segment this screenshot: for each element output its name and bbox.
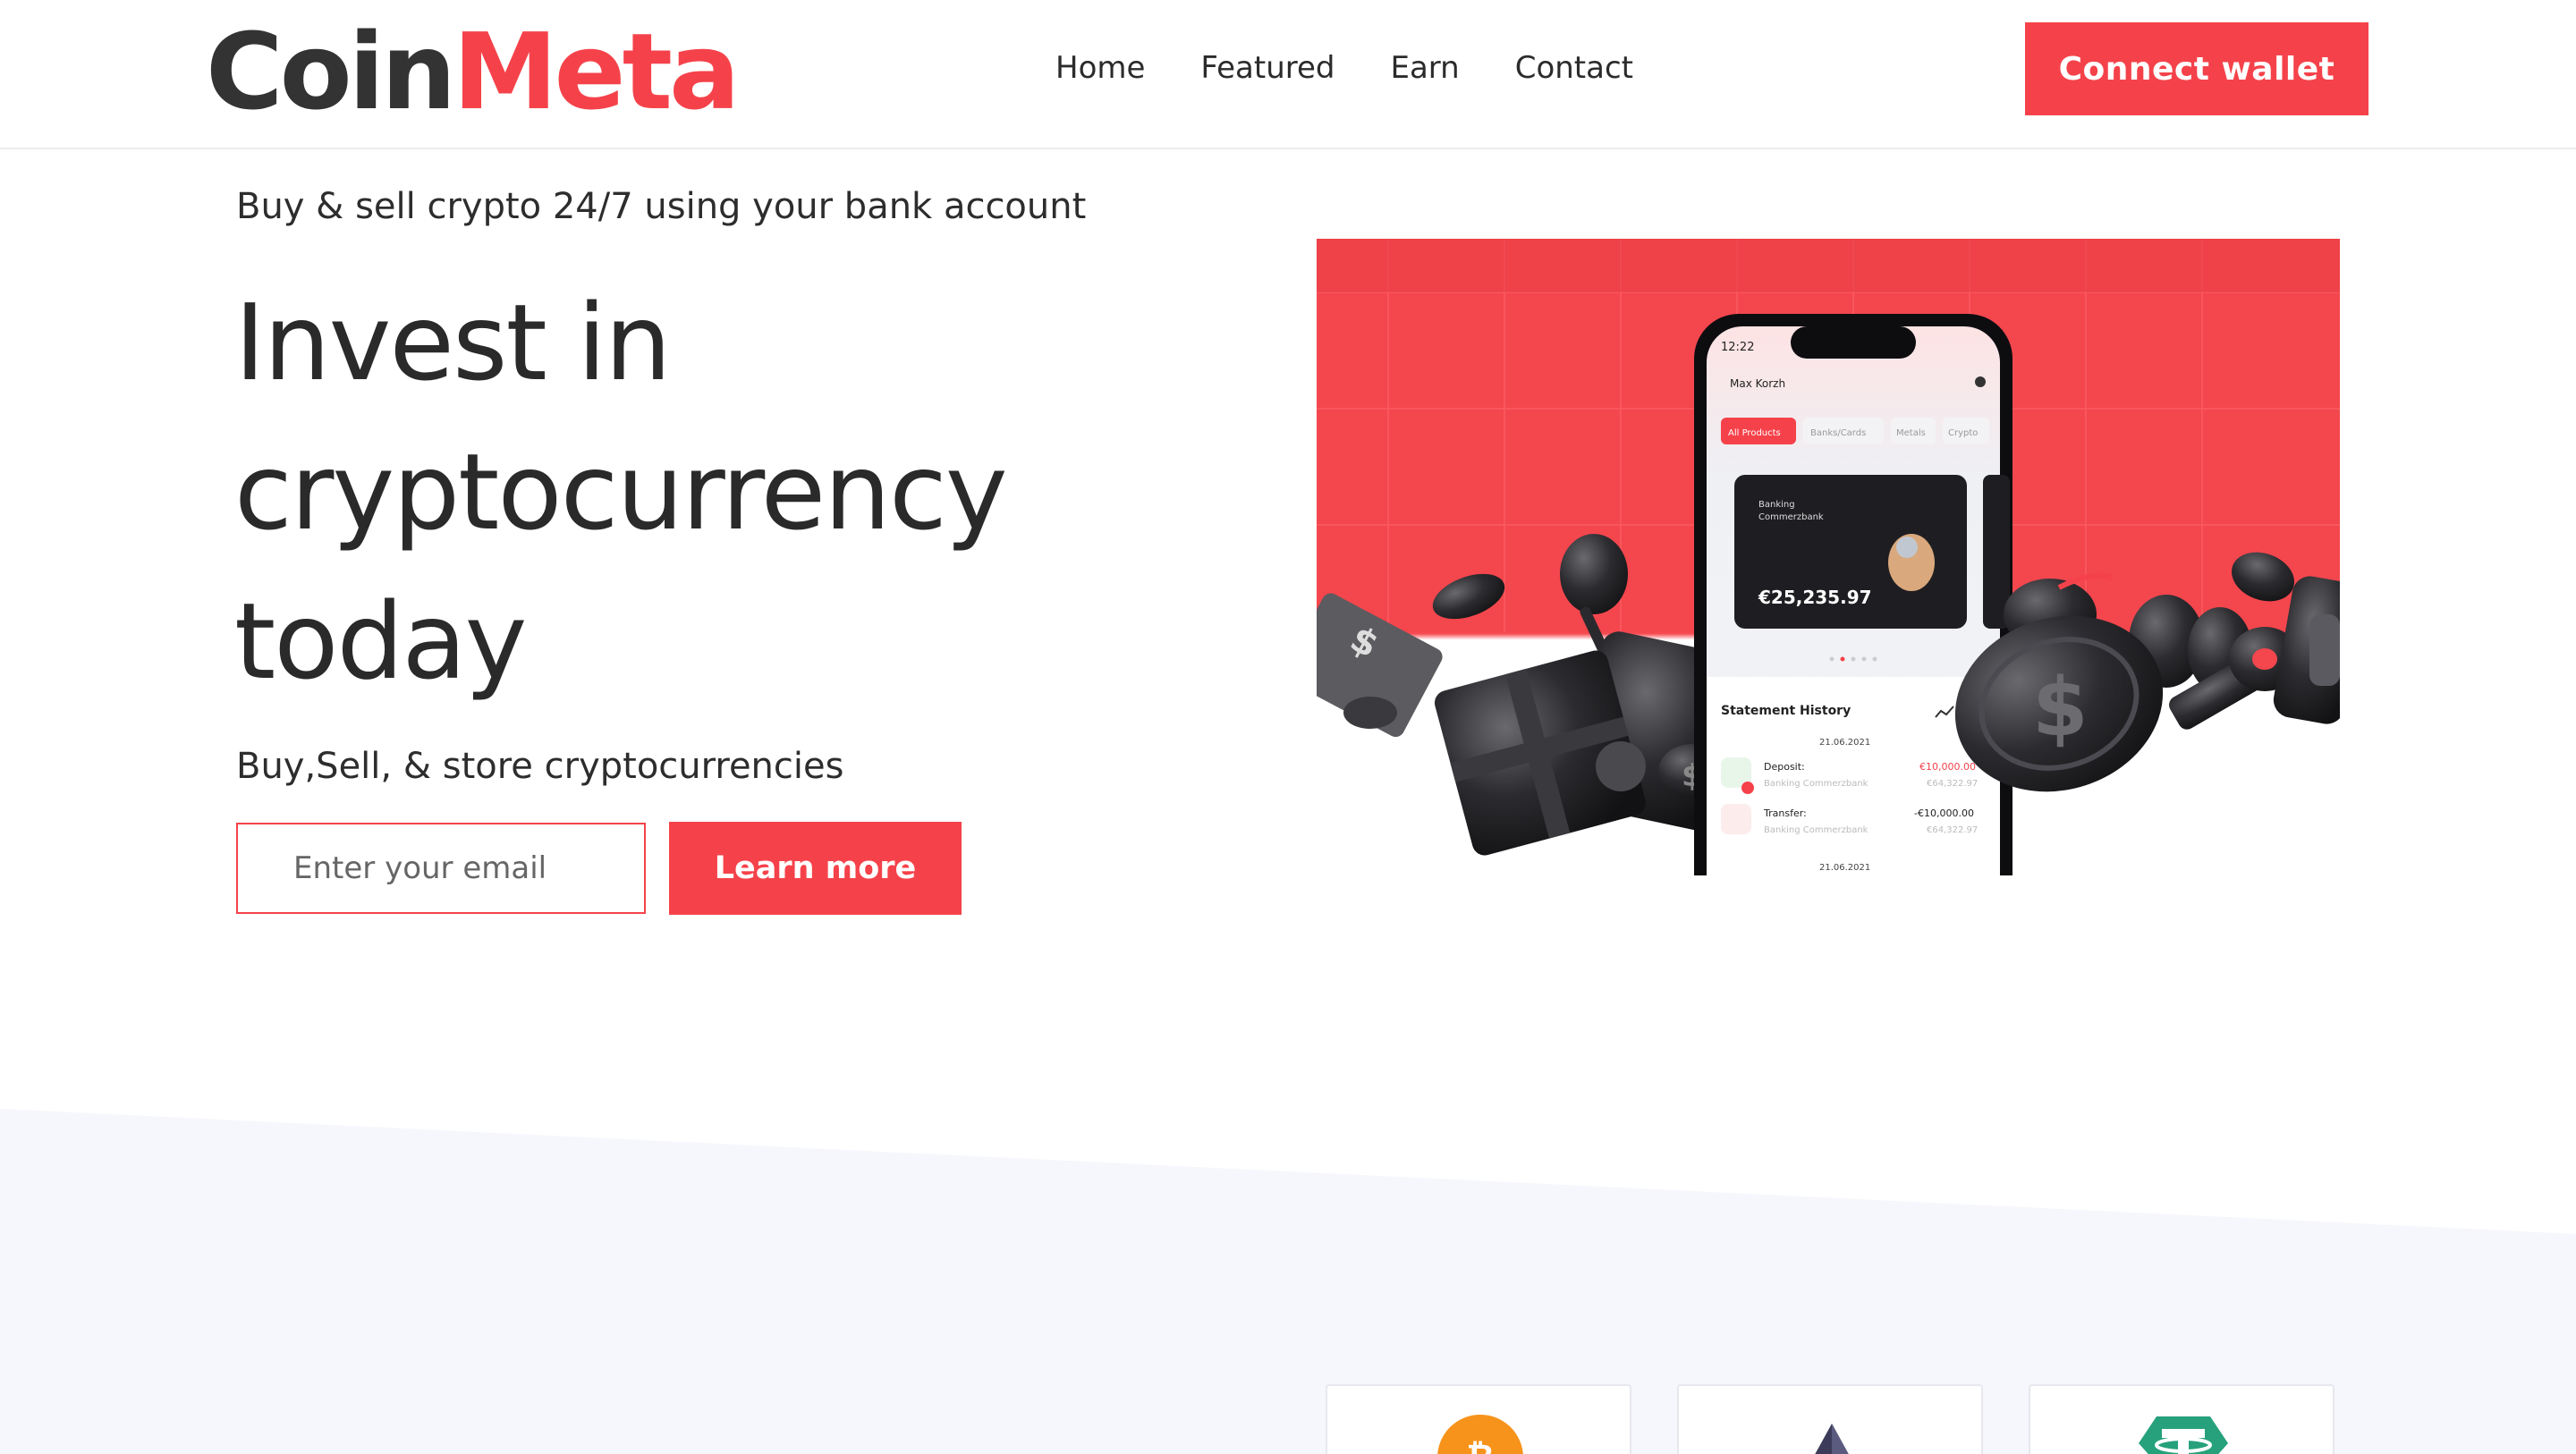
bitcoin-icon: ₿ (1436, 1413, 1525, 1454)
coin-card-ethereum[interactable] (1677, 1384, 1983, 1454)
hero-title-line-3: today (234, 579, 528, 703)
phone-tx-2-sub: Banking Commerzbank (1764, 825, 1868, 835)
phone-tx-1-amount: €10,000.00 (1919, 761, 1976, 773)
email-input[interactable] (236, 823, 646, 914)
hero-title-line-1: Invest in (234, 281, 672, 404)
phone-mockup: 12:22 Max Korzh All Products Banks/Cards… (1694, 314, 2012, 875)
phone-card-label-2: Commerzbank (1758, 512, 1824, 522)
phone-tab-all-products: All Products (1728, 428, 1781, 438)
nav-earn-link[interactable]: Earn (1390, 43, 1459, 93)
hero-title-line-2: cryptocurrency (234, 430, 1008, 554)
phone-tx-2-label: Transfer: (1763, 807, 1807, 819)
coinmeta-logo[interactable]: CoinMeta (206, 10, 741, 133)
main-nav: Home Featured Earn Contact (1055, 43, 1689, 93)
nav-featured-link[interactable]: Featured (1200, 43, 1335, 93)
tether-icon (2139, 1413, 2228, 1454)
phone-tab-banks: Banks/Cards (1810, 428, 1866, 438)
hero-title: Invest in cryptocurrency today (234, 268, 1218, 716)
phone-card-balance: €25,235.97 (1758, 587, 1872, 608)
hero-illustration: $ $ 12:22 Max Korzh All Products Banks/C… (1317, 239, 2340, 875)
phone-history-title: Statement History (1721, 704, 1851, 718)
phone-date-2: 21.06.2021 (1819, 863, 1870, 873)
coin-card-bitcoin[interactable]: ₿ (1326, 1384, 1631, 1454)
phone-time: 12:22 (1721, 341, 1754, 354)
site-header: CoinMeta Home Featured Earn Contact Conn… (0, 0, 2576, 149)
phone-card-label-1: Banking (1758, 500, 1795, 510)
hero-subtitle: Buy,Sell, & store cryptocurrencies (236, 746, 844, 787)
hero-tagline: Buy & sell crypto 24/7 using your bank a… (236, 186, 1087, 227)
phone-tx-1-balance: €64,322.97 (1927, 779, 1978, 789)
connect-wallet-button[interactable]: Connect wallet (2025, 22, 2368, 115)
coin-card-tether[interactable] (2029, 1384, 2334, 1454)
phone-tx-1-sub: Banking Commerzbank (1764, 779, 1868, 789)
nav-contact-link[interactable]: Contact (1515, 43, 1633, 93)
phone-tx-2-balance: €64,322.97 (1927, 825, 1978, 835)
phone-username: Max Korzh (1730, 377, 1785, 390)
phone-tab-crypto: Crypto (1948, 428, 1978, 438)
logo-coin-text: Coin (206, 10, 456, 133)
phone-tx-1-label: Deposit: (1764, 761, 1805, 773)
svg-text:₿: ₿ (1467, 1437, 1495, 1454)
phone-tx-2-amount: -€10,000.00 (1914, 807, 1974, 819)
learn-more-button[interactable]: Learn more (669, 822, 962, 915)
nav-home-link[interactable]: Home (1055, 43, 1145, 93)
phone-date-1: 21.06.2021 (1819, 738, 1870, 748)
phone-tab-metals: Metals (1896, 428, 1926, 438)
ethereum-icon (1787, 1413, 1877, 1454)
logo-meta-text: Meta (453, 10, 740, 133)
svg-text:$: $ (2032, 661, 2089, 755)
